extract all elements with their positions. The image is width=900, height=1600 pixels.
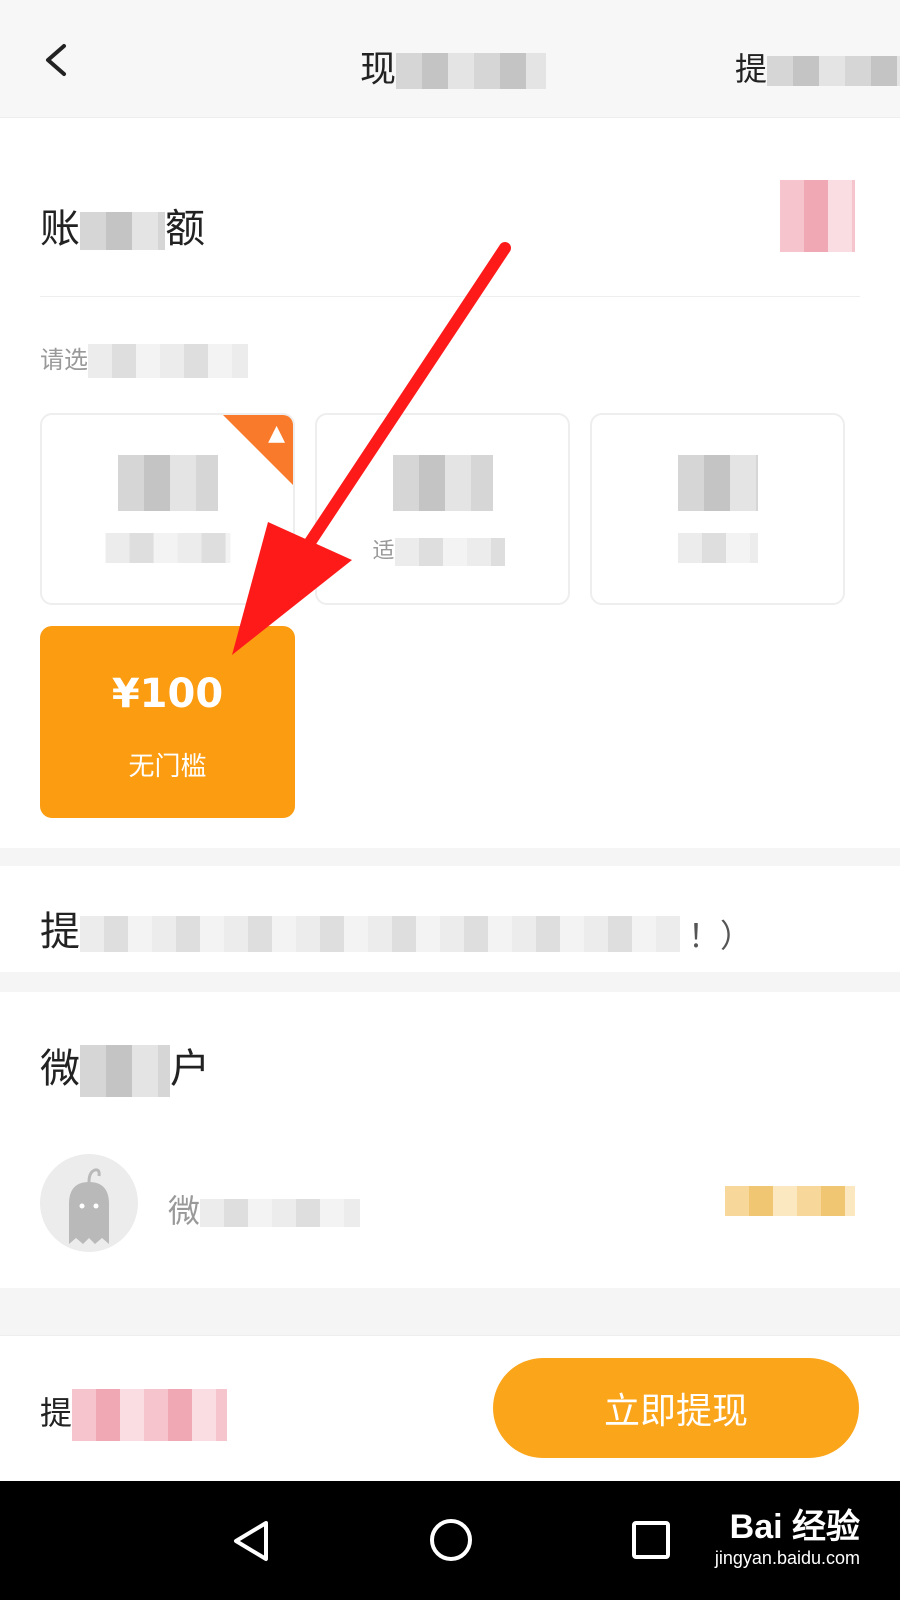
nav-recent-apps-icon[interactable] — [632, 1521, 670, 1559]
withdraw-record-text: 提 — [735, 50, 768, 88]
balance-label-start: 账 — [40, 206, 80, 252]
withdraw-note: 提 ！） — [40, 899, 752, 957]
redacted-prompt — [88, 344, 248, 378]
page-title: 现 — [360, 40, 547, 92]
wechat-account-title: 微户 — [40, 1036, 210, 1097]
withdraw-amount-label: 提 — [40, 1388, 228, 1441]
selected-amount: ¥100 — [111, 671, 224, 717]
amount-option-3[interactable] — [590, 413, 845, 605]
page-title-text: 现 — [360, 49, 397, 90]
option-subtitle: 适 — [372, 533, 513, 566]
amount-option-selected[interactable]: ¥100 无门槛 — [40, 626, 295, 818]
redacted-balance-label — [80, 212, 165, 250]
option-subtitle-redacted — [105, 533, 230, 563]
wechat-title-start: 微 — [40, 1046, 80, 1092]
balance-label-end: 额 — [165, 206, 205, 252]
option-amount-redacted — [392, 455, 493, 511]
withdraw-note-end: ！） — [688, 917, 753, 955]
wechat-account-section: 微户 微 — [0, 992, 900, 1288]
option-amount-redacted — [677, 455, 758, 511]
selected-subtitle: 无门槛 — [128, 752, 207, 782]
default-avatar-icon — [69, 1168, 109, 1244]
watermark-url: jingyan.baidu.com — [714, 1548, 860, 1568]
option-subtitle-redacted — [394, 538, 505, 566]
top-bar: 现 提 — [0, 0, 900, 118]
amount-option-1[interactable]: ▲ — [40, 413, 295, 605]
baidu-jingyan-watermark: Bai 经验 jingyan.baidu.com — [715, 1499, 860, 1569]
balance-value-redacted — [780, 180, 855, 252]
option-subtitle-redacted — [677, 533, 758, 563]
choose-amount-label: 请选 — [40, 340, 248, 378]
back-arrow-icon[interactable] — [38, 40, 78, 80]
balance-label: 账额 — [40, 196, 205, 254]
redacted-wechat-title — [80, 1045, 170, 1097]
watermark-brand: Bai 经验 — [729, 1508, 860, 1546]
system-nav-bar: Bai 经验 jingyan.baidu.com — [0, 1481, 900, 1600]
wechat-account-prefix: 微 — [168, 1192, 201, 1230]
withdraw-note-start: 提 — [40, 909, 80, 955]
wechat-bind-status-redacted[interactable] — [725, 1186, 855, 1216]
flame-icon: ▲ — [268, 421, 285, 446]
redacted-link — [767, 56, 900, 86]
amount-option-2[interactable]: 适 — [315, 413, 570, 605]
withdraw-amount-prefix: 提 — [40, 1394, 73, 1432]
redacted-withdraw-amount — [72, 1389, 228, 1441]
withdraw-record-link[interactable]: 提 — [735, 44, 900, 90]
nav-home-icon[interactable] — [430, 1519, 472, 1561]
redacted-account-name — [200, 1199, 361, 1227]
withdraw-now-button[interactable]: 立即提现 — [493, 1358, 859, 1458]
withdraw-note-section[interactable]: 提 ！） — [0, 866, 900, 972]
bottom-action-bar: 提 立即提现 — [0, 1335, 900, 1481]
redacted-title — [396, 53, 547, 89]
nav-back-icon[interactable] — [230, 1519, 272, 1563]
option-subtitle-start: 适 — [372, 539, 395, 564]
avatar — [40, 1154, 138, 1252]
divider — [40, 296, 860, 297]
choose-amount-text: 请选 — [40, 346, 88, 374]
option-amount-redacted — [117, 455, 218, 511]
balance-section: 账额 请选 ▲ 适 ¥100 无门槛 — [0, 118, 900, 848]
wechat-title-end: 户 — [170, 1046, 210, 1092]
redacted-note — [80, 916, 680, 952]
wechat-account-name: 微 — [168, 1186, 361, 1232]
